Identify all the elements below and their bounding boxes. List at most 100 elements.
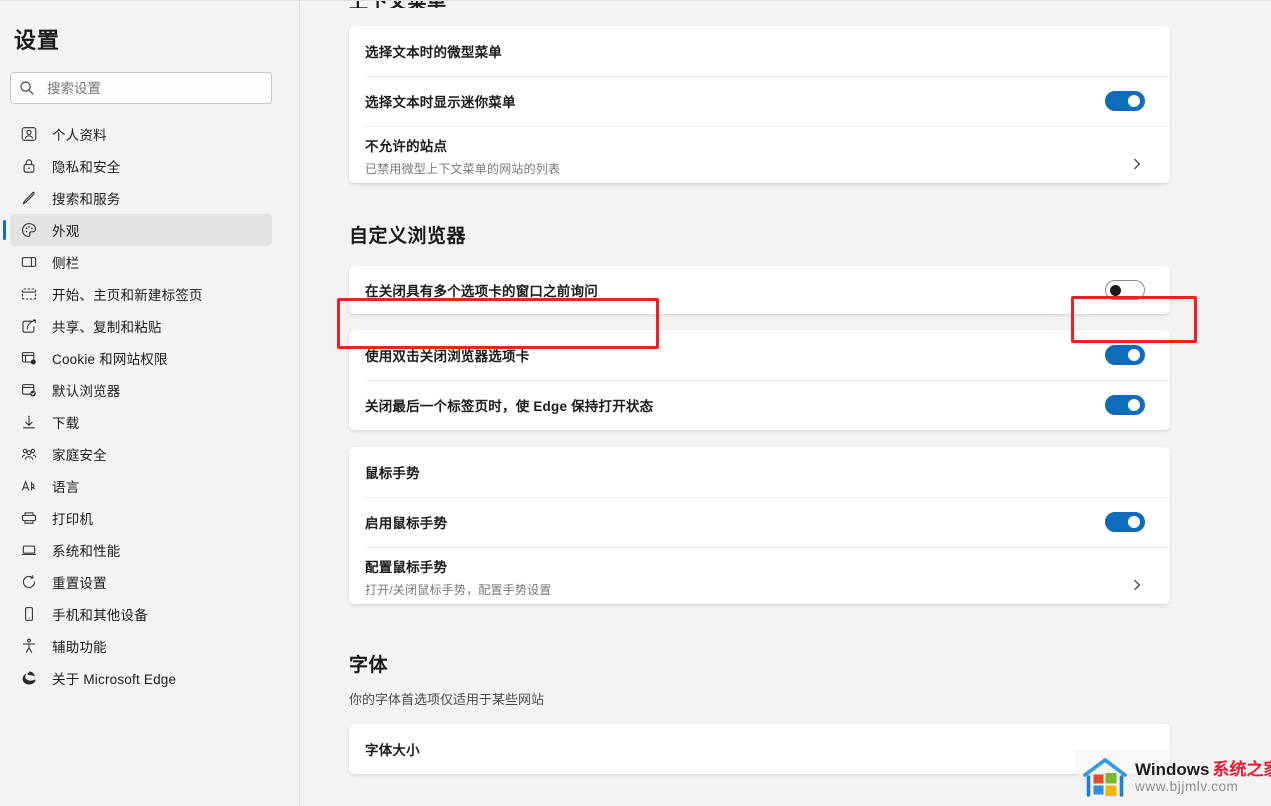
settings-sidebar: 设置 个人资料: [0, 0, 300, 806]
sidebar-item-profile[interactable]: 个人资料: [10, 118, 272, 150]
sidebar-item-label: 隐私和安全: [52, 160, 121, 175]
sidebar-item-label: 语言: [52, 480, 80, 495]
row-mouse-gestures-header[interactable]: 鼠标手势: [349, 447, 1170, 497]
search-settings-box[interactable]: [10, 72, 272, 104]
row-enable-mouse-gestures[interactable]: 启用鼠标手势: [349, 497, 1170, 547]
watermark-url: www.bjjmlv.com: [1135, 779, 1239, 795]
sidebar-item-label: 共享、复制和粘贴: [52, 320, 162, 335]
phone-icon: [25, 607, 33, 621]
sidebar-item-label: 侧栏: [52, 256, 80, 271]
settings-window: 设置 个人资料: [0, 0, 1271, 806]
card-mouse-gestures: 鼠标手势 启用鼠标手势 配置鼠标手势 打开/关闭鼠标手势，配置手势设置: [349, 447, 1170, 604]
edge-logo-icon: [22, 671, 36, 685]
row-description: 已禁用微型上下文菜单的网站的列表: [365, 162, 561, 176]
window-top-divider: [0, 0, 1271, 1]
sidebar-item-privacy-security[interactable]: 隐私和安全: [10, 150, 272, 182]
row-configure-mouse-gestures[interactable]: 配置鼠标手势 打开/关闭鼠标手势，配置手势设置: [349, 547, 1170, 604]
row-description: 打开/关闭鼠标手势，配置手势设置: [365, 583, 552, 597]
sidebar-item-sidebar[interactable]: 侧栏: [10, 246, 272, 278]
sidebar-item-phone-other-devices[interactable]: 手机和其他设备: [10, 598, 272, 630]
browser-window-icon: [21, 288, 37, 300]
row-title: 选择文本时的微型菜单: [365, 45, 502, 60]
section-heading: 字体: [349, 655, 389, 676]
row-title: 关闭最后一个标签页时，使 Edge 保持打开状态: [365, 399, 654, 414]
settings-content-pane: 上下文菜单 选择文本时的微型菜单 选择文本时显示迷你菜单: [300, 0, 1271, 806]
row-font-size[interactable]: 字体大小: [349, 724, 1170, 774]
reset-arrow-icon: [22, 575, 36, 589]
sidebar-item-share-copy-paste[interactable]: 共享、复制和粘贴: [10, 310, 272, 342]
row-double-click-close-tab[interactable]: 使用双击关闭浏览器选项卡: [349, 330, 1170, 380]
chevron-right-icon[interactable]: [1129, 156, 1145, 172]
row-title: 在关闭具有多个选项卡的窗口之前询问: [365, 284, 598, 299]
lock-shield-icon: [23, 159, 35, 173]
row-title: 不允许的站点: [365, 139, 448, 154]
row-disallowed-sites[interactable]: 不允许的站点 已禁用微型上下文菜单的网站的列表: [349, 126, 1170, 183]
sidebar-item-search-services[interactable]: 搜索和服务: [10, 182, 272, 214]
sidebar-panel-icon: [21, 257, 37, 267]
printer-icon: [21, 512, 37, 524]
sidebar-item-printers[interactable]: 打印机: [10, 502, 272, 534]
search-input[interactable]: [47, 73, 263, 103]
row-show-mini-menu-on-select[interactable]: 选择文本时显示迷你菜单: [349, 76, 1170, 126]
sidebar-item-languages[interactable]: 语言: [10, 470, 272, 502]
download-arrow-icon: [23, 415, 35, 429]
family-people-icon: [21, 448, 37, 460]
section-customize-browser: 自定义浏览器 在关闭具有多个选项卡的窗口之前询问 使用双击关闭浏览器选项卡 关闭…: [349, 221, 1170, 604]
sidebar-item-label: 个人资料: [52, 128, 107, 143]
cookie-gear-icon: [21, 352, 36, 365]
sidebar-item-label: Cookie 和网站权限: [52, 352, 168, 367]
toggle-knob: [1128, 516, 1140, 528]
row-ask-before-closing-window[interactable]: 在关闭具有多个选项卡的窗口之前询问: [349, 266, 1170, 314]
site-watermark: Windows系统之家 www.bjjmlv.com: [1075, 750, 1271, 806]
row-title: 选择文本时显示迷你菜单: [365, 95, 516, 110]
section-context-menu: 上下文菜单 选择文本时的微型菜单 选择文本时显示迷你菜单: [349, 0, 1170, 183]
sidebar-item-accessibility[interactable]: 辅助功能: [10, 630, 272, 662]
language-letters-icon: [21, 480, 35, 491]
sidebar-item-downloads[interactable]: 下载: [10, 406, 272, 438]
toggle-enable-mouse-gestures[interactable]: [1105, 512, 1145, 532]
toggle-knob: [1110, 284, 1121, 296]
card-context-menu: 选择文本时的微型菜单 选择文本时显示迷你菜单 不允许的站点 已禁用微型上下文菜单…: [349, 26, 1170, 183]
sidebar-item-appearance[interactable]: 外观: [3, 214, 272, 246]
page-title: 设置: [14, 28, 61, 53]
browser-check-icon: [22, 384, 36, 397]
toggle-knob: [1128, 95, 1140, 107]
toggle-show-mini-menu[interactable]: [1105, 91, 1145, 111]
sidebar-item-family-safety[interactable]: 家庭安全: [10, 438, 272, 470]
card-fonts: 字体大小: [349, 724, 1170, 774]
row-title: 使用双击关闭浏览器选项卡: [365, 349, 530, 364]
section-heading: 自定义浏览器: [349, 226, 467, 247]
sidebar-item-about-edge[interactable]: 关于 Microsoft Edge: [10, 662, 272, 694]
palette-icon: [22, 223, 36, 237]
sidebar-item-cookies-site-permissions[interactable]: Cookie 和网站权限: [10, 342, 272, 374]
sidebar-item-default-browser[interactable]: 默认浏览器: [10, 374, 272, 406]
sidebar-item-system-performance[interactable]: 系统和性能: [10, 534, 272, 566]
windows-house-logo-icon: [1083, 758, 1127, 797]
sidebar-nav: 个人资料 隐私和安全 搜索和服务 外观 侧栏 开始、主页和新建标签页 共享、复制…: [0, 118, 299, 694]
section-subtitle: 你的字体首选项仅适用于某些网站: [349, 692, 545, 707]
row-mini-menu-on-select[interactable]: 选择文本时的微型菜单: [349, 26, 1170, 76]
row-keep-edge-open-last-tab[interactable]: 关闭最后一个标签页时，使 Edge 保持打开状态: [349, 380, 1170, 430]
watermark-brand-cn: 系统之家: [1212, 760, 1271, 780]
row-title: 启用鼠标手势: [365, 516, 448, 531]
toggle-knob: [1128, 349, 1140, 361]
sidebar-item-label: 默认浏览器: [52, 384, 121, 399]
row-title: 字体大小: [365, 743, 420, 758]
sidebar-item-label: 打印机: [52, 512, 94, 527]
toggle-double-click-close-tab[interactable]: [1105, 345, 1145, 365]
watermark-brand-en: Windows: [1135, 760, 1210, 780]
sidebar-item-label: 下载: [52, 416, 80, 431]
chevron-right-icon[interactable]: [1129, 577, 1145, 593]
sidebar-item-reset-settings[interactable]: 重置设置: [10, 566, 272, 598]
section-fonts: 字体 你的字体首选项仅适用于某些网站 字体大小: [349, 650, 1170, 774]
sidebar-item-start-home-newtab[interactable]: 开始、主页和新建标签页: [10, 278, 272, 310]
search-icon: [20, 81, 34, 95]
toggle-ask-before-closing-window[interactable]: [1105, 280, 1145, 300]
sidebar-item-label: 外观: [52, 224, 80, 239]
sidebar-item-label: 开始、主页和新建标签页: [52, 288, 203, 303]
sidebar-item-label: 系统和性能: [52, 544, 121, 559]
toggle-keep-edge-open-last-tab[interactable]: [1105, 395, 1145, 415]
accessibility-icon: [22, 638, 36, 653]
toggle-knob: [1128, 399, 1140, 411]
sidebar-item-label: 手机和其他设备: [52, 608, 148, 623]
